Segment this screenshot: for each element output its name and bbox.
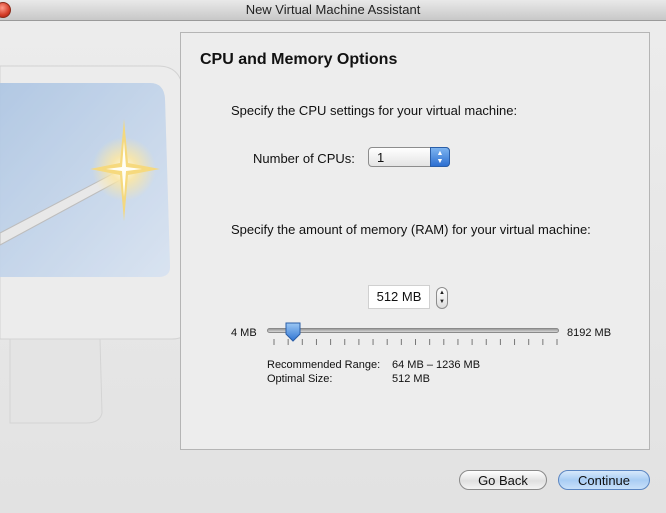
slider-max-label: 8192 MB xyxy=(567,327,612,339)
go-back-button[interactable]: Go Back xyxy=(459,470,547,490)
up-down-arrows-icon: ▲ ▼ xyxy=(430,147,450,167)
slider-min-label: 4 MB xyxy=(231,327,257,339)
optimal-size-label: Optimal Size: xyxy=(267,373,333,385)
cpu-prompt: Specify the CPU settings for your virtua… xyxy=(231,103,518,118)
memory-prompt: Specify the amount of memory (RAM) for y… xyxy=(231,222,591,237)
continue-button[interactable]: Continue xyxy=(558,470,650,490)
optimal-size-value: 512 MB xyxy=(392,373,430,385)
assistant-window: CPU and Memory Options Specify the CPU s… xyxy=(0,21,666,513)
slider-ticks xyxy=(273,339,558,345)
cpu-count-value: 1 xyxy=(377,150,385,165)
vm-assistant-illustration xyxy=(0,65,190,424)
cpu-memory-panel: CPU and Memory Options Specify the CPU s… xyxy=(180,32,650,450)
memory-slider-track[interactable] xyxy=(267,328,559,333)
cpu-count-select[interactable]: 1 ▲ ▼ xyxy=(368,147,450,167)
recommended-range-label: Recommended Range: xyxy=(267,359,381,371)
cpu-count-label: Number of CPUs: xyxy=(253,151,355,166)
page-title: CPU and Memory Options xyxy=(200,51,398,68)
title-bar: New Virtual Machine Assistant xyxy=(0,0,666,21)
recommended-range-value: 64 MB – 1236 MB xyxy=(392,359,481,371)
window-title: New Virtual Machine Assistant xyxy=(245,2,421,17)
memory-stepper[interactable]: ▲ ▼ xyxy=(436,287,448,309)
memory-size-field[interactable]: 512 MB xyxy=(368,285,430,309)
